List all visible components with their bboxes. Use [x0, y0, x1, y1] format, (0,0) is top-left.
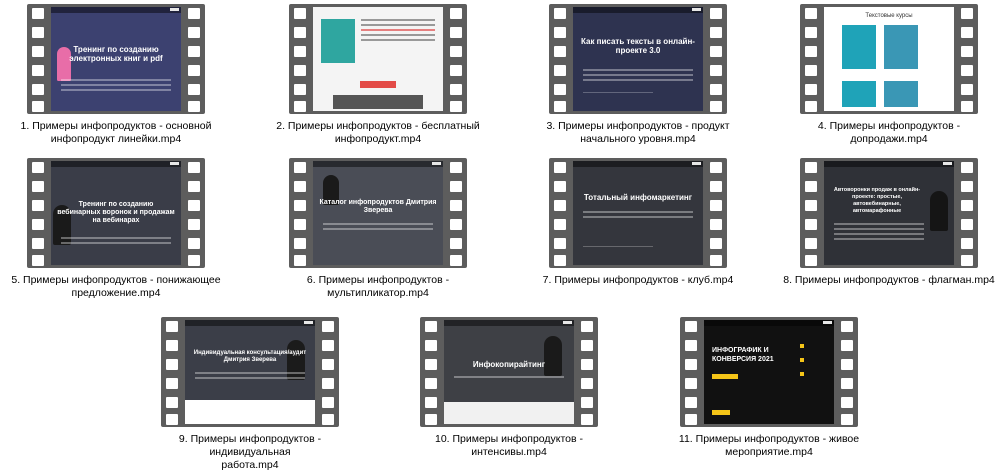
file-name: 1. Примеры инфопродуктов - основной инфоп…: [20, 120, 212, 145]
file-name: 2. Примеры инфопродуктов - бесплатный инф…: [276, 120, 480, 145]
video-file-3[interactable]: Как писать тексты в онлайн-проекте 3.0 3…: [525, 4, 751, 146]
video-thumbnail[interactable]: Текстовые курсы: [800, 4, 978, 114]
video-thumbnail[interactable]: Индивидуальная консультация/аудит Дмитри…: [161, 317, 339, 427]
thumbnail-title: Автоворонки продаж в онлайн-проекте: про…: [833, 187, 921, 214]
file-name: 7. Примеры инфопродуктов - клуб.mp4: [542, 274, 734, 286]
file-name: 3. Примеры инфопродуктов - продукт началь…: [546, 120, 730, 145]
video-thumbnail[interactable]: Инфокопирайтинг: [420, 317, 598, 427]
file-name: 9. Примеры инфопродуктов - индивидуальна…: [178, 433, 322, 471]
video-file-8[interactable]: Автоворонки продаж в онлайн-проекте: про…: [776, 158, 1000, 287]
video-thumbnail[interactable]: [289, 4, 467, 114]
file-name: 4. Примеры инфопродуктов - допродажи.mp4: [817, 120, 961, 145]
video-file-6[interactable]: Каталог инфопродуктов Дмитрия Зверева 6.…: [265, 158, 491, 300]
thumbnail-title: Каталог инфопродуктов Дмитрия Зверева: [319, 199, 437, 214]
file-name: 8. Примеры инфопродуктов - флагман.mp4: [783, 274, 995, 286]
thumbnail-title: Тотальный инфомаркетинг: [583, 193, 693, 202]
video-thumbnail[interactable]: Как писать тексты в онлайн-проекте 3.0: [549, 4, 727, 114]
video-thumbnail[interactable]: ИНФОГРАФИК И КОНВЕРСИЯ 2021: [680, 317, 858, 427]
thumbnail-title: Тренинг по созданию электронных книг и p…: [69, 45, 163, 63]
thumbnail-title: Тренинг по созданию вебинарных воронок и…: [57, 201, 175, 224]
video-file-2[interactable]: 2. Примеры инфопродуктов - бесплатный инф…: [265, 4, 491, 146]
video-file-4[interactable]: Текстовые курсы 4. Примеры инфопродуктов…: [776, 4, 1000, 146]
thumbnail-title: Инфокопирайтинг: [472, 360, 546, 369]
file-name: 10. Примеры инфопродуктов - интенсивы.mp4: [434, 433, 583, 458]
video-file-5[interactable]: Тренинг по созданию вебинарных воронок и…: [3, 158, 229, 300]
video-thumbnail[interactable]: Каталог инфопродуктов Дмитрия Зверева: [289, 158, 467, 268]
file-name: 6. Примеры инфопродуктов - мультипликатор…: [306, 274, 450, 299]
thumbnail-title: Как писать тексты в онлайн-проекте 3.0: [581, 37, 695, 55]
file-name: 5. Примеры инфопродуктов - понижающее пре…: [11, 274, 221, 299]
thumbnail-title: Текстовые курсы: [865, 13, 913, 19]
video-file-7[interactable]: Тотальный инфомаркетинг 7. Примеры инфоп…: [525, 158, 751, 287]
video-thumbnail[interactable]: Тренинг по созданию электронных книг и p…: [27, 4, 205, 114]
video-thumbnail[interactable]: Тотальный инфомаркетинг: [549, 158, 727, 268]
video-file-11[interactable]: ИНФОГРАФИК И КОНВЕРСИЯ 2021 11. Примеры …: [656, 317, 882, 459]
thumbnail-title: Индивидуальная консультация/аудит Дмитри…: [193, 350, 307, 363]
file-name: 11. Примеры инфопродуктов - живое меропри…: [678, 433, 860, 458]
video-file-10[interactable]: Инфокопирайтинг 10. Примеры инфопродукто…: [396, 317, 622, 459]
video-thumbnail[interactable]: Тренинг по созданию вебинарных воронок и…: [27, 158, 205, 268]
video-file-1[interactable]: Тренинг по созданию электронных книг и p…: [3, 4, 229, 146]
video-file-9[interactable]: Индивидуальная консультация/аудит Дмитри…: [137, 317, 363, 472]
video-thumbnail[interactable]: Автоворонки продаж в онлайн-проекте: про…: [800, 158, 978, 268]
thumbnail-title: ИНФОГРАФИК И КОНВЕРСИЯ 2021: [712, 347, 774, 363]
